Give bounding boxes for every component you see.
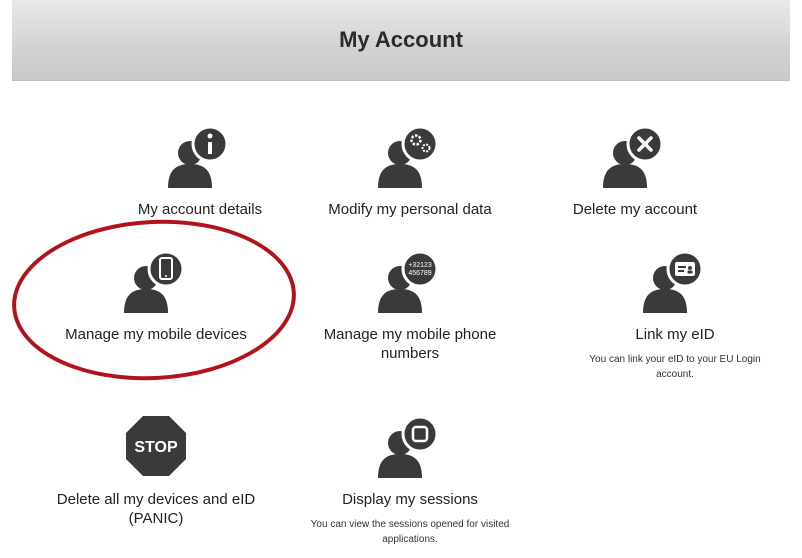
- tile-label: Delete my account: [572, 201, 698, 218]
- user-mobile-icon: [124, 250, 185, 313]
- tile-link-eid[interactable]: Link my eID You can link your eID to you…: [555, 245, 795, 382]
- stop-sign-text: STOP: [134, 439, 178, 456]
- tile-label: My account details: [137, 201, 263, 218]
- tile-sessions[interactable]: Display my sessions You can view the ses…: [290, 410, 530, 547]
- user-id-card-icon: [643, 250, 704, 313]
- tile-manage-phone-numbers[interactable]: +32123 456789 Manage my mobile phone num…: [290, 245, 530, 363]
- user-info-icon: [168, 125, 229, 188]
- tile-panic[interactable]: STOP Delete all my devices and eID (PANI…: [36, 410, 276, 528]
- phone-number-line-1: +32123: [408, 262, 432, 269]
- tile-label: Manage my mobile phone numbers: [323, 326, 497, 362]
- phone-number-line-2: 456789: [408, 270, 431, 277]
- tile-delete-account[interactable]: Delete my account: [515, 120, 755, 219]
- tile-account-details[interactable]: My account details: [80, 120, 320, 219]
- user-gears-icon: [378, 125, 439, 188]
- user-delete-icon: [603, 125, 664, 188]
- tile-manage-mobile-devices[interactable]: Manage my mobile devices: [36, 245, 276, 344]
- user-phone-numbers-icon: +32123 456789: [378, 250, 439, 313]
- page-header: My Account: [12, 0, 790, 81]
- tile-modify-personal-data[interactable]: Modify my personal data: [290, 120, 530, 219]
- tile-label: Link my eID: [635, 326, 715, 343]
- tile-description: You can link your eID to your EU Login a…: [589, 354, 761, 380]
- page-title: My Account: [339, 27, 463, 52]
- tile-label: Manage my mobile devices: [65, 326, 247, 343]
- tile-label: Modify my personal data: [328, 201, 492, 218]
- tile-label: Delete all my devices and eID (PANIC): [56, 491, 256, 527]
- user-sessions-icon: [378, 415, 439, 478]
- stop-sign-icon: STOP: [126, 416, 186, 476]
- tile-label: Display my sessions: [342, 491, 478, 508]
- tile-description: You can view the sessions opened for vis…: [310, 519, 510, 545]
